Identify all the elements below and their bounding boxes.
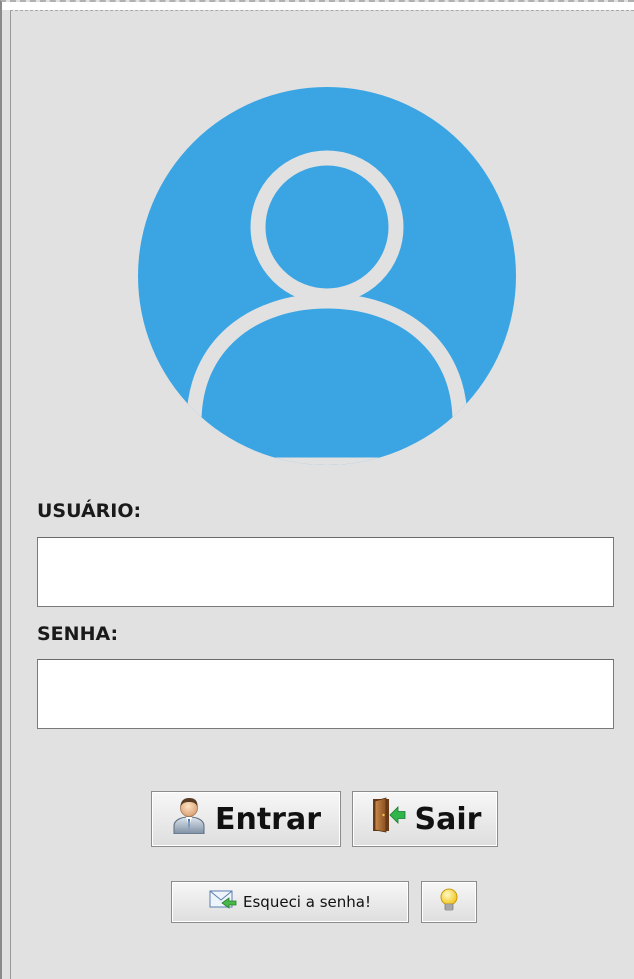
forgot-password-label: Esqueci a senha! — [243, 893, 371, 911]
enter-button-label: Entrar — [214, 801, 322, 837]
username-input[interactable] — [37, 537, 614, 607]
login-window: USUÁRIO: SENHA: Entrar Sair Esqueci a se… — [0, 0, 634, 979]
mail-forward-icon — [209, 888, 237, 916]
forgot-password-button[interactable]: Esqueci a senha! — [171, 881, 409, 923]
username-label: USUÁRIO: — [37, 500, 142, 522]
exit-door-icon — [369, 796, 407, 842]
hint-button[interactable] — [421, 881, 477, 923]
window-top-edge — [2, 2, 634, 10]
user-avatar-icon — [138, 87, 516, 465]
lightbulb-icon — [437, 887, 461, 917]
user-icon — [171, 796, 207, 842]
password-input[interactable] — [37, 659, 614, 729]
exit-button[interactable]: Sair — [352, 791, 498, 847]
exit-button-label: Sair — [414, 801, 482, 837]
enter-button[interactable]: Entrar — [151, 791, 341, 847]
password-label: SENHA: — [37, 623, 119, 645]
